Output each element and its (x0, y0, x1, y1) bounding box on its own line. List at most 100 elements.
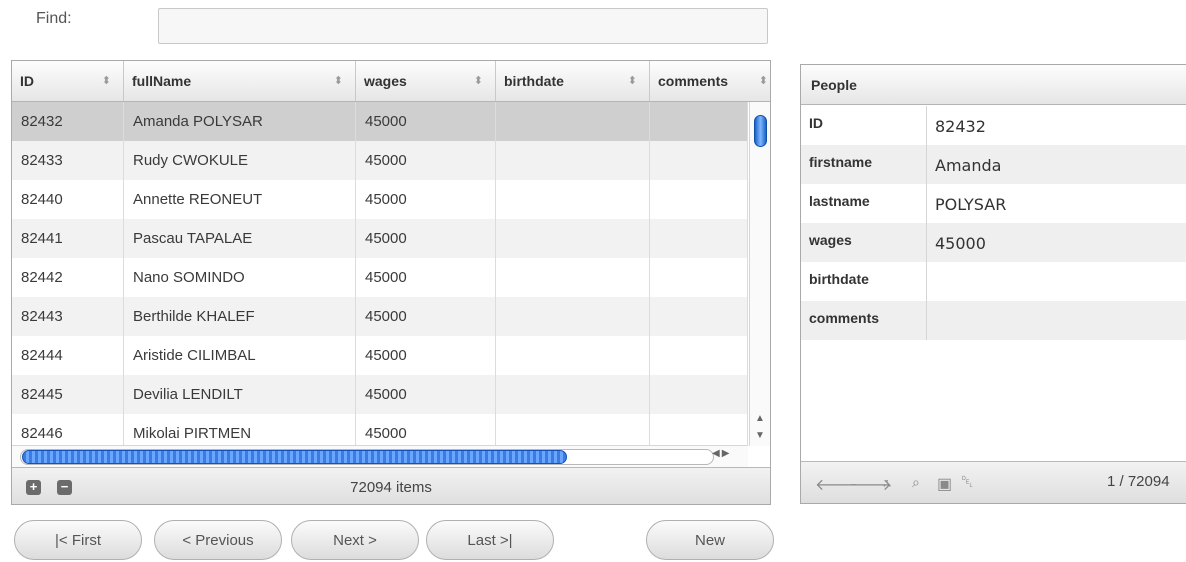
field-value[interactable]: POLYSAR (935, 195, 1006, 214)
cell-fullname[interactable]: Aristide CILIMBAL (124, 336, 356, 375)
table-row[interactable]: 82443 Berthilde KHALEF 45000 (12, 297, 748, 336)
horizontal-scrollbar[interactable]: ◀▶ (12, 445, 748, 468)
cell-id[interactable]: 82433 (12, 141, 124, 180)
cell-birthdate[interactable] (496, 102, 650, 141)
cell-comments[interactable] (650, 336, 748, 375)
cell-birthdate[interactable] (496, 180, 650, 219)
people-form: People ID 82432 firstname Amanda lastnam… (800, 64, 1186, 504)
field-label: comments (801, 301, 927, 340)
cell-wages[interactable]: 45000 (356, 102, 496, 141)
sort-icon[interactable]: ⬍ (759, 61, 768, 101)
find-label: Find: (36, 10, 72, 27)
cell-wages[interactable]: 45000 (356, 180, 496, 219)
cell-fullname[interactable]: Rudy CWOKULE (124, 141, 356, 180)
cell-wages[interactable]: 45000 (356, 258, 496, 297)
cell-id[interactable]: 82443 (12, 297, 124, 336)
cell-birthdate[interactable] (496, 297, 650, 336)
vertical-scroll-thumb[interactable] (754, 115, 767, 147)
grid-footer: + − 72094 items (12, 467, 770, 504)
form-row-id: ID 82432 (801, 106, 1186, 145)
table-row[interactable]: 82441 Pascau TAPALAE 45000 (12, 219, 748, 258)
form-row-lastname: lastname POLYSAR (801, 184, 1186, 223)
find-input[interactable] (158, 8, 768, 44)
sort-icon[interactable]: ⬍ (474, 61, 483, 101)
cell-fullname[interactable]: Amanda POLYSAR (124, 102, 356, 141)
previous-button[interactable]: < Previous (154, 520, 282, 560)
scroll-left-right-icon[interactable]: ◀▶ (712, 448, 731, 459)
table-row[interactable]: 82444 Aristide CILIMBAL 45000 (12, 336, 748, 375)
cell-comments[interactable] (650, 141, 748, 180)
form-row-comments: comments (801, 301, 1186, 340)
column-header-id[interactable]: ID ⬍ (12, 61, 124, 101)
cell-birthdate[interactable] (496, 219, 650, 258)
table-row[interactable]: 82433 Rudy CWOKULE 45000 (12, 141, 748, 180)
sort-icon[interactable]: ⬍ (102, 61, 111, 101)
field-value[interactable]: 82432 (935, 117, 986, 136)
cell-id[interactable]: 82442 (12, 258, 124, 297)
form-title: People (801, 65, 1186, 105)
form-row-birthdate: birthdate (801, 262, 1186, 301)
cell-comments[interactable] (650, 297, 748, 336)
cell-comments[interactable] (650, 258, 748, 297)
cell-fullname[interactable]: Devilia LENDILT (124, 375, 356, 414)
field-label: lastname (801, 184, 927, 223)
tree-icon[interactable]: ∴ (883, 476, 891, 492)
search-icon[interactable]: ⌕ (912, 474, 920, 491)
cell-id[interactable]: 82432 (12, 102, 124, 141)
item-count: 72094 items (350, 479, 432, 496)
first-button[interactable]: |< First (14, 520, 142, 560)
sort-icon[interactable]: ⬍ (334, 61, 343, 101)
field-label: birthdate (801, 262, 927, 301)
cell-fullname[interactable]: Berthilde KHALEF (124, 297, 356, 336)
field-label: ID (801, 106, 927, 145)
cell-fullname[interactable]: Pascau TAPALAE (124, 219, 356, 258)
table-row[interactable]: 82440 Annette REONEUT 45000 (12, 180, 748, 219)
cell-id[interactable]: 82441 (12, 219, 124, 258)
field-value[interactable]: 45000 (935, 234, 986, 253)
cell-wages[interactable]: 45000 (356, 297, 496, 336)
cell-birthdate[interactable] (496, 258, 650, 297)
field-value[interactable]: Amanda (935, 156, 1001, 175)
cell-comments[interactable] (650, 219, 748, 258)
cell-comments[interactable] (650, 180, 748, 219)
field-label: wages (801, 223, 927, 262)
vertical-scrollbar[interactable]: ▲ ▼ (749, 102, 770, 446)
column-header-comments[interactable]: comments ⬍ (650, 61, 770, 101)
cell-wages[interactable]: 45000 (356, 375, 496, 414)
column-header-fullname[interactable]: fullName ⬍ (124, 61, 356, 101)
horizontal-scroll-thumb[interactable] (22, 450, 567, 464)
column-header-birthdate[interactable]: birthdate ⬍ (496, 61, 650, 101)
cell-wages[interactable]: 45000 (356, 219, 496, 258)
form-toolbar: 🡐 🡒 ∴ ⌕ ▣ ␡ 1 / 72094 (801, 461, 1186, 503)
cell-birthdate[interactable] (496, 375, 650, 414)
cell-id[interactable]: 82445 (12, 375, 124, 414)
cell-id[interactable]: 82444 (12, 336, 124, 375)
cell-birthdate[interactable] (496, 141, 650, 180)
form-row-firstname: firstname Amanda (801, 145, 1186, 184)
cell-fullname[interactable]: Annette REONEUT (124, 180, 356, 219)
people-grid: ID ⬍ fullName ⬍ wages ⬍ birthdate ⬍ comm… (11, 60, 771, 505)
cell-wages[interactable]: 45000 (356, 141, 496, 180)
cell-id[interactable]: 82440 (12, 180, 124, 219)
save-icon[interactable]: ▣ (937, 474, 952, 494)
new-button[interactable]: New (646, 520, 774, 560)
cell-birthdate[interactable] (496, 336, 650, 375)
grid-body: 82432 Amanda POLYSAR 45000 82433 Rudy CWOKUL… (12, 102, 748, 500)
sort-icon[interactable]: ⬍ (628, 61, 637, 101)
record-pager: 1 / 72094 (1107, 473, 1170, 490)
cell-wages[interactable]: 45000 (356, 336, 496, 375)
cell-comments[interactable] (650, 102, 748, 141)
trash-icon[interactable]: ␡ (961, 474, 974, 492)
scroll-down-icon[interactable]: ▼ (755, 430, 765, 441)
last-button[interactable]: Last >| (426, 520, 554, 560)
table-row[interactable]: 82432 Amanda POLYSAR 45000 (12, 102, 748, 141)
grid-header: ID ⬍ fullName ⬍ wages ⬍ birthdate ⬍ comm… (12, 61, 770, 102)
table-row[interactable]: 82442 Nano SOMINDO 45000 (12, 258, 748, 297)
scroll-up-icon[interactable]: ▲ (755, 413, 765, 424)
cell-comments[interactable] (650, 375, 748, 414)
column-header-wages[interactable]: wages ⬍ (356, 61, 496, 101)
table-row[interactable]: 82445 Devilia LENDILT 45000 (12, 375, 748, 414)
next-button[interactable]: Next > (291, 520, 419, 560)
cell-fullname[interactable]: Nano SOMINDO (124, 258, 356, 297)
form-row-wages: wages 45000 (801, 223, 1186, 262)
